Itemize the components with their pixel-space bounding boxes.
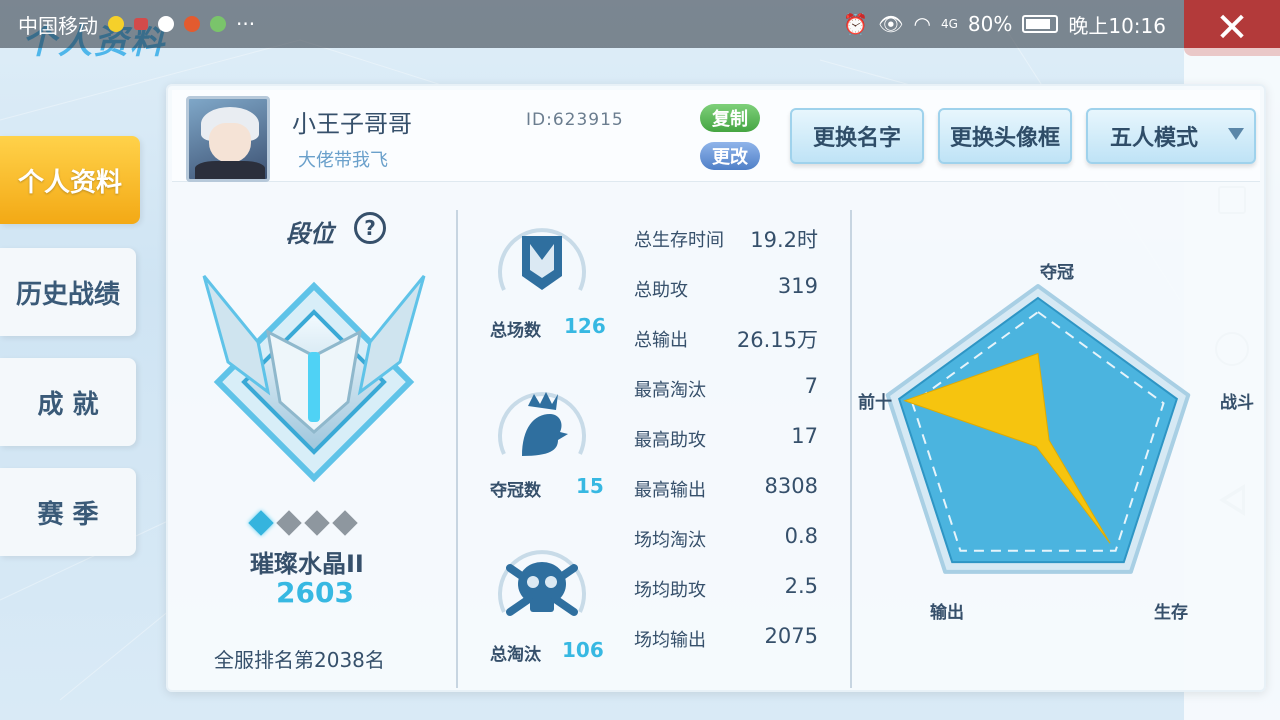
battery-icon [1022, 15, 1059, 33]
battery-percent: 80% [967, 12, 1013, 36]
wins-value: 15 [576, 474, 604, 498]
tab-label: 成 就 [37, 389, 99, 420]
more-notifications-icon: ··· [236, 12, 256, 36]
divider [456, 210, 458, 688]
radar-label-survival: 生存 [1154, 603, 1188, 623]
eye-comfort-icon: 👁 [878, 12, 904, 36]
stat-row: 总输出 26.15万 [634, 324, 818, 352]
signal-icon: 4G [940, 17, 958, 31]
stat-label: 总输出 [634, 330, 688, 351]
stat-row: 最高输出 8308 [634, 474, 818, 502]
wins-label: 夺冠数 [490, 481, 541, 501]
kills-value: 106 [562, 638, 604, 662]
stat-label: 总生存时间 [634, 230, 724, 251]
radar-label-combat: 战斗 [1220, 393, 1254, 413]
copy-id-button[interactable]: 复制 [700, 104, 760, 132]
matches-label: 总场数 [490, 321, 541, 341]
stat-label: 场均助攻 [634, 580, 706, 601]
stat-value: 2.5 [784, 574, 818, 598]
stat-row: 场均淘汰 0.8 [634, 524, 818, 552]
stat-label: 场均输出 [634, 630, 706, 651]
stat-value: 26.15万 [736, 328, 818, 352]
stat-value: 0.8 [784, 524, 818, 548]
change-frame-button[interactable]: 更换头像框 [938, 108, 1072, 164]
tab-label: 历史战绩 [15, 279, 120, 310]
tab-history[interactable]: 历史战绩 [0, 248, 136, 336]
player-motto: 大佬带我飞 [298, 150, 388, 171]
avatar[interactable] [186, 96, 270, 182]
tab-label: 个人资料 [17, 167, 122, 198]
mode-select-label: 五人模式 [1110, 126, 1199, 151]
rank-emblem-icon [202, 275, 426, 483]
stat-row: 最高淘汰 7 [634, 374, 818, 402]
tab-achievements[interactable]: 成 就 [0, 358, 136, 446]
stat-label: 总助攻 [634, 280, 688, 301]
rank-stars [248, 510, 358, 536]
skull-icon [498, 550, 586, 616]
stat-value: 2075 [764, 624, 818, 648]
stat-row: 场均输出 2075 [634, 624, 818, 652]
stat-label: 最高输出 [634, 480, 706, 501]
rank-score: 2603 [276, 576, 354, 609]
stat-label: 最高助攻 [634, 430, 706, 451]
server-ranking: 全服排名第2038名 [214, 648, 385, 672]
tab-label: 赛 季 [37, 499, 99, 530]
rank-star [276, 510, 302, 536]
stat-value: 319 [777, 274, 818, 298]
profile-panel: 小王子哥哥 大佬带我飞 ID:623915 复制 更改 更换名字 更换头像框 五… [166, 84, 1266, 692]
game-app-icon [210, 16, 226, 32]
divider [850, 210, 852, 688]
chevron-down-icon [1228, 128, 1244, 140]
stat-value: 19.2时 [750, 228, 818, 252]
stat-value: 7 [804, 374, 818, 398]
video-app-icon [184, 16, 200, 32]
crown-chicken-icon [498, 392, 586, 456]
stat-label: 场均淘汰 [634, 530, 706, 551]
shield-icon [498, 228, 586, 291]
stat-row: 最高助攻 17 [634, 424, 818, 452]
player-name: 小王子哥哥 [292, 110, 412, 138]
change-name-button[interactable]: 更换名字 [790, 108, 924, 164]
status-bar: 中国移动 ··· ⏰ 👁 ◠ 4G 80% 晚上10:16 [0, 0, 1184, 48]
rank-star [248, 510, 274, 536]
stat-value: 17 [791, 424, 818, 448]
clock: 晚上10:16 [1068, 13, 1166, 38]
mode-select[interactable]: 五人模式 [1086, 108, 1256, 164]
alarm-icon: ⏰ [843, 12, 869, 36]
edit-motto-button[interactable]: 更改 [700, 142, 760, 170]
wifi-icon: ◠ [913, 12, 931, 36]
player-id: ID:623915 [526, 110, 624, 130]
stat-row: 总助攻 319 [634, 274, 818, 302]
rank-star [332, 510, 358, 536]
stat-label: 最高淘汰 [634, 380, 706, 401]
rank-name: 璀璨水晶II [250, 550, 364, 578]
kills-label: 总淘汰 [490, 645, 541, 665]
tab-season[interactable]: 赛 季 [0, 468, 136, 556]
stat-row: 场均助攻 2.5 [634, 574, 818, 602]
tab-profile[interactable]: 个人资料 [0, 136, 140, 224]
rank-title: 段位 [286, 220, 334, 248]
profile-header: 小王子哥哥 大佬带我飞 ID:623915 复制 更改 更换名字 更换头像框 五… [172, 90, 1260, 182]
app-notification-icon [134, 18, 148, 30]
radar-label-damage: 输出 [930, 603, 964, 623]
close-icon: ✕ [1215, 5, 1249, 51]
matches-value: 126 [564, 314, 606, 338]
stat-value: 8308 [764, 474, 818, 498]
radar-label-top10: 前十 [858, 393, 892, 413]
help-icon[interactable]: ? [354, 212, 386, 244]
carrier-label: 中国移动 [18, 13, 98, 38]
ability-radar-chart [885, 284, 1191, 574]
notification-icon [108, 16, 124, 32]
qq-icon [158, 16, 174, 32]
radar-label-wins: 夺冠 [1040, 263, 1074, 283]
rank-star [304, 510, 330, 536]
stat-row: 总生存时间 19.2时 [634, 224, 818, 252]
